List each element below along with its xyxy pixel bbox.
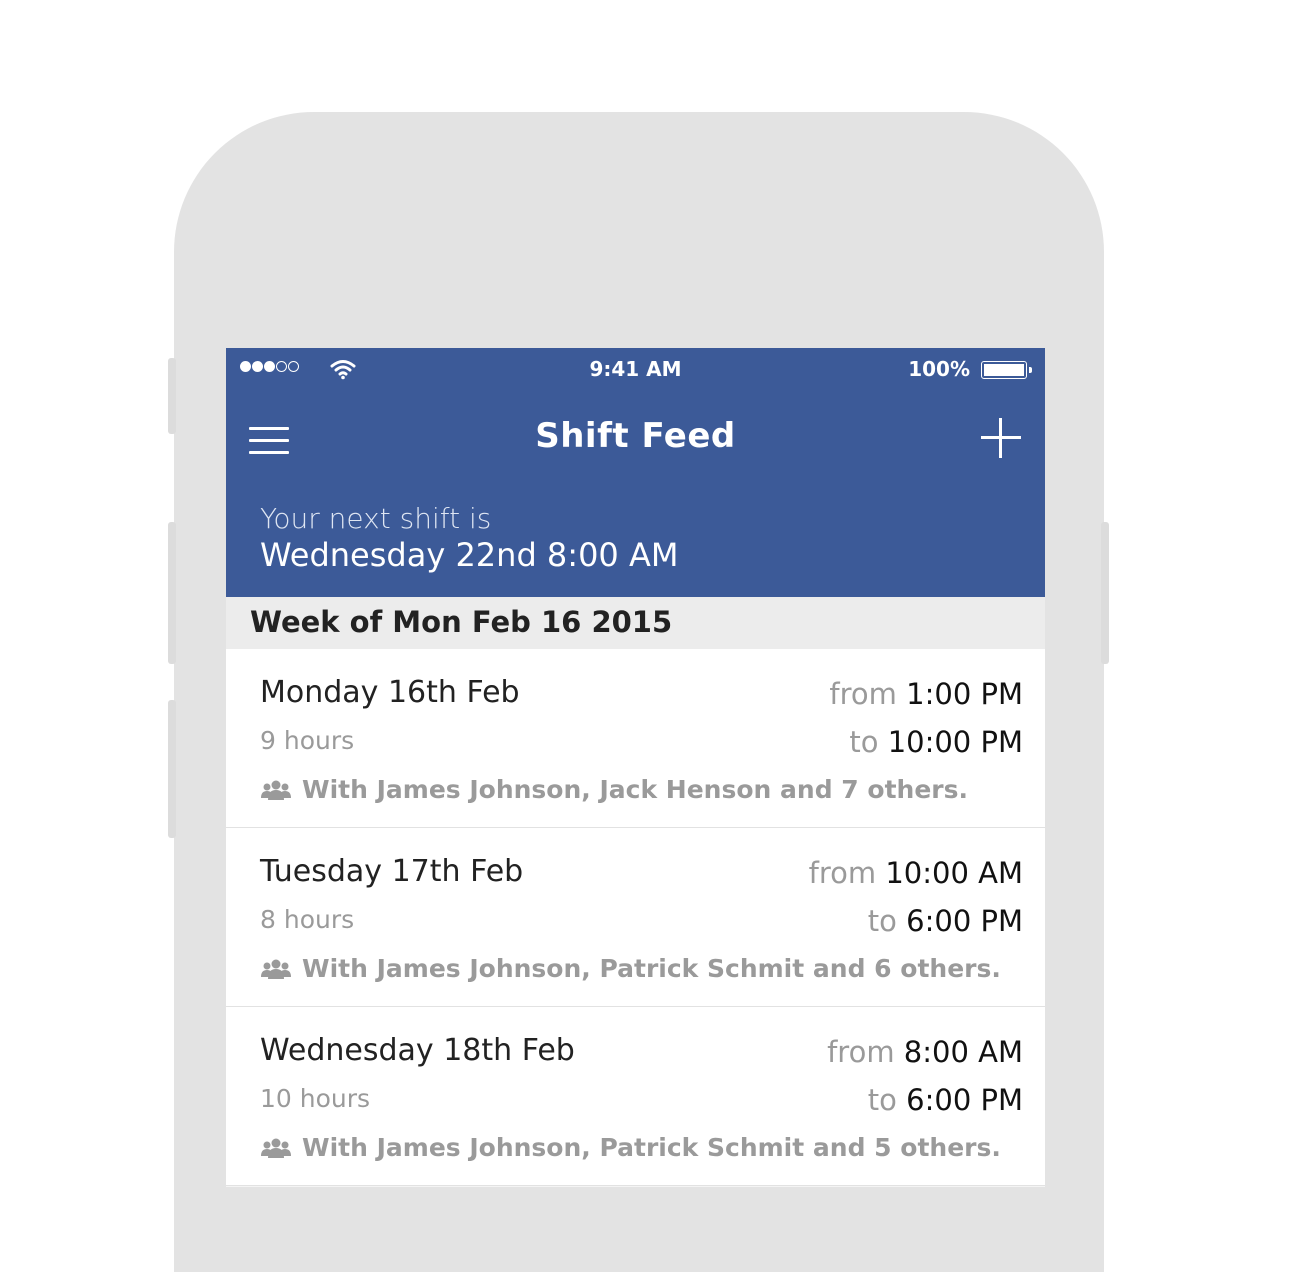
power-button [1101,522,1109,664]
shift-card[interactable]: Wednesday 18th Feb 10 hours from 8:00 AM… [226,1007,1045,1186]
to-time: 6:00 PM [906,904,1023,938]
shift-to: to 6:00 PM [868,1083,1023,1117]
shift-card[interactable]: Monday 16th Feb 9 hours from 1:00 PM to … [226,649,1045,828]
shift-list: Monday 16th Feb 9 hours from 1:00 PM to … [226,649,1045,1186]
from-time: 1:00 PM [906,677,1023,711]
battery-icon [981,361,1032,379]
status-bar: 9:41 AM 100% [226,348,1045,392]
volume-up-button [168,522,176,664]
coworkers-text: With James Johnson, Patrick Schmit and 6… [302,954,1001,983]
coworkers-text: With James Johnson, Patrick Schmit and 5… [302,1133,1001,1162]
from-time: 10:00 AM [885,856,1023,890]
from-label: from [827,1035,895,1069]
to-label: to [867,904,897,938]
from-label: from [829,677,897,711]
to-time: 10:00 PM [887,725,1023,759]
to-label: to [867,1083,897,1117]
shift-card[interactable]: Tuesday 17th Feb 8 hours from 10:00 AM t… [226,828,1045,1007]
shift-from: from 10:00 AM [809,856,1023,890]
people-icon [261,959,291,979]
shift-to: to 10:00 PM [849,725,1023,759]
week-label: Week of Mon Feb 16 2015 [250,605,673,639]
from-time: 8:00 AM [903,1035,1023,1069]
app-header: 9:41 AM 100% Shift Feed Your next shift … [226,348,1045,597]
shift-coworkers: With James Johnson, Patrick Schmit and 5… [260,1133,1001,1162]
coworkers-text: With James Johnson, Jack Henson and 7 ot… [302,775,968,804]
plus-icon[interactable] [981,418,1021,458]
volume-down-button [168,700,176,838]
shift-from: from 8:00 AM [827,1035,1023,1069]
shift-day: Monday 16th Feb [260,675,520,710]
shift-day: Wednesday 18th Feb [260,1033,575,1068]
shift-hours: 10 hours [260,1084,371,1113]
week-section-header: Week of Mon Feb 16 2015 [226,597,1045,649]
people-icon [261,780,291,800]
to-label: to [849,725,879,759]
mute-switch [168,358,176,434]
app-screen: 9:41 AM 100% Shift Feed Your next shift … [226,348,1045,1187]
shift-hours: 8 hours [260,905,355,934]
shift-day: Tuesday 17th Feb [260,854,524,889]
to-time: 6:00 PM [906,1083,1023,1117]
shift-hours: 9 hours [260,726,355,755]
people-icon [261,1138,291,1158]
battery-percent: 100% [908,357,970,381]
next-shift-label: Your next shift is [260,502,492,535]
from-label: from [808,856,877,890]
shift-coworkers: With James Johnson, Patrick Schmit and 6… [260,954,1001,983]
next-shift-value: Wednesday 22nd 8:00 AM [260,536,679,574]
shift-to: to 6:00 PM [868,904,1023,938]
page-title: Shift Feed [535,416,736,456]
shift-coworkers: With James Johnson, Jack Henson and 7 ot… [260,775,968,804]
shift-from: from 1:00 PM [829,677,1023,711]
